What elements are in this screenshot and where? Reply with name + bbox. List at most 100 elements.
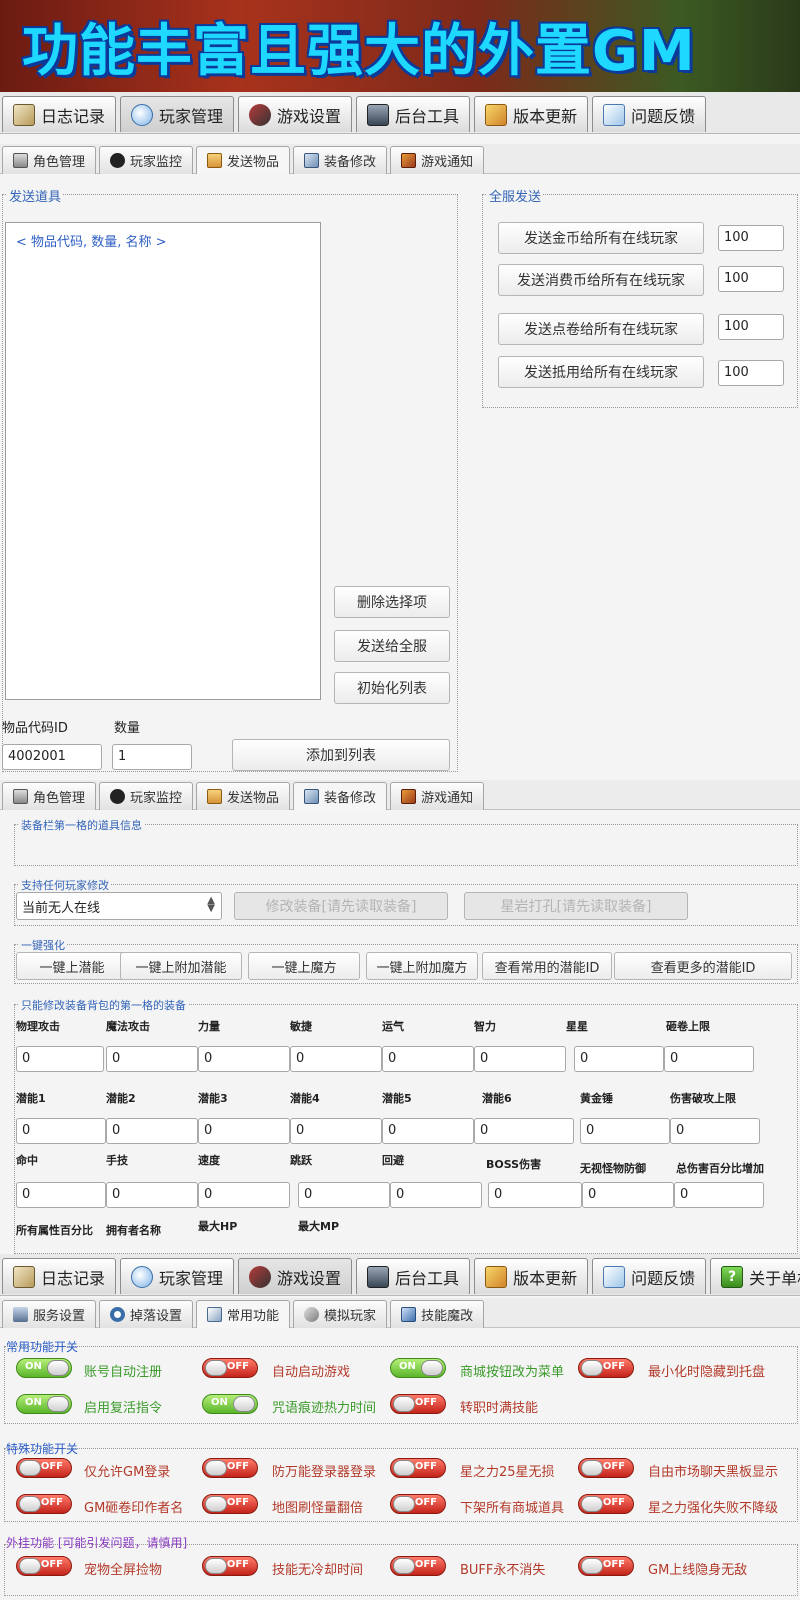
one-key-cube-button[interactable]: 一键上魔方 <box>248 952 360 980</box>
toggle-switch[interactable]: OFF <box>16 1458 72 1478</box>
subtab-label: 装备修改 <box>324 791 377 806</box>
toggle-switch[interactable]: OFF <box>202 1458 258 1478</box>
send-to-all-button[interactable]: 发送给全服 <box>334 630 450 662</box>
tab-log[interactable]: 日志记录 <box>2 1258 117 1294</box>
stat-input[interactable]: 0 <box>290 1046 382 1072</box>
toggle-switch[interactable]: OFF <box>390 1394 446 1414</box>
subtab-equip[interactable]: 装备修改 <box>293 782 388 810</box>
stat-input[interactable]: 0 <box>16 1046 104 1072</box>
toggle-switch[interactable]: OFF <box>390 1458 446 1478</box>
subtab-role[interactable]: 角色管理 <box>2 146 97 174</box>
item-list[interactable]: < 物品代码, 数量, 名称 > <box>5 222 321 700</box>
toggle-switch[interactable]: OFF <box>16 1556 72 1576</box>
send-gold-button[interactable]: 发送金币给所有在线玩家 <box>498 222 704 254</box>
subtab-send-items[interactable]: 发送物品 <box>196 146 291 174</box>
tab-player-manage[interactable]: 玩家管理 <box>120 1258 235 1294</box>
stat-input[interactable]: 0 <box>198 1118 290 1144</box>
subtab-skill[interactable]: 技能魔改 <box>390 1300 485 1328</box>
view-common-potential-button[interactable]: 查看常用的潜能ID <box>482 952 612 980</box>
subtab-role[interactable]: 角色管理 <box>2 782 97 810</box>
tab-game-settings[interactable]: 游戏设置 <box>238 96 353 132</box>
send-consume-button[interactable]: 发送消费币给所有在线玩家 <box>498 264 704 296</box>
stat-input[interactable]: 0 <box>664 1046 754 1072</box>
stat-input[interactable]: 0 <box>198 1046 290 1072</box>
tab-feedback[interactable]: 问题反馈 <box>592 1258 707 1294</box>
subtab-monitor[interactable]: 玩家监控 <box>99 146 194 174</box>
stat-input[interactable]: 0 <box>382 1046 474 1072</box>
stat-input[interactable]: 0 <box>474 1046 566 1072</box>
toggle-switch[interactable]: OFF <box>578 1494 634 1514</box>
add-to-list-button[interactable]: 添加到列表 <box>232 739 450 771</box>
server-icon <box>13 1307 28 1322</box>
tab-feedback[interactable]: 问题反馈 <box>592 96 707 132</box>
subtab-send-items[interactable]: 发送物品 <box>196 782 291 810</box>
subtab-drop[interactable]: 掉落设置 <box>99 1300 194 1328</box>
stat-input[interactable]: 0 <box>106 1046 198 1072</box>
subtab-notice[interactable]: 游戏通知 <box>390 146 485 174</box>
subtab-notice[interactable]: 游戏通知 <box>390 782 485 810</box>
tab-game-settings[interactable]: 游戏设置 <box>238 1258 353 1294</box>
send-voucher-button[interactable]: 发送抵用给所有在线玩家 <box>498 356 704 388</box>
toggle-switch[interactable]: OFF <box>578 1556 634 1576</box>
stat-input[interactable]: 0 <box>574 1046 664 1072</box>
tab-about[interactable]: ?关于单机 <box>710 1258 800 1294</box>
tab-log[interactable]: 日志记录 <box>2 96 117 132</box>
voucher-amount-input[interactable]: 100 <box>718 360 784 386</box>
subtab-equip[interactable]: 装备修改 <box>293 146 388 174</box>
delete-selected-button[interactable]: 删除选择项 <box>334 586 450 618</box>
switch-label: 地图刷怪量翻倍 <box>272 1501 364 1516</box>
toggle-switch[interactable]: OFF <box>578 1458 634 1478</box>
consume-amount-input[interactable]: 100 <box>718 266 784 292</box>
tab-backend-tools[interactable]: 后台工具 <box>356 1258 471 1294</box>
subtab-monitor[interactable]: 玩家监控 <box>99 782 194 810</box>
stat-input[interactable]: 0 <box>582 1182 674 1208</box>
tab-version-update[interactable]: 版本更新 <box>474 1258 589 1294</box>
points-amount-input[interactable]: 100 <box>718 314 784 340</box>
toggle-switch[interactable]: OFF <box>16 1494 72 1514</box>
toggle-switch[interactable]: OFF <box>578 1358 634 1378</box>
player-select[interactable]: 当前无人在线 ▲ ▼ <box>16 892 222 920</box>
modify-equip-button[interactable]: 修改装备[请先读取装备] <box>234 892 448 920</box>
stat-input[interactable]: 0 <box>580 1118 670 1144</box>
toggle-switch[interactable]: OFF <box>202 1358 258 1378</box>
tab-backend-tools[interactable]: 后台工具 <box>356 96 471 132</box>
toggle-switch[interactable]: OFF <box>390 1556 446 1576</box>
stat-input[interactable]: 0 <box>290 1118 382 1144</box>
stat-input[interactable]: 0 <box>16 1118 106 1144</box>
toggle-switch[interactable]: OFF <box>390 1494 446 1514</box>
stat-input[interactable]: 0 <box>390 1182 482 1208</box>
one-key-add-cube-button[interactable]: 一键上附加魔方 <box>366 952 478 980</box>
gold-amount-input[interactable]: 100 <box>718 225 784 251</box>
quantity-input[interactable]: 1 <box>112 744 192 770</box>
init-list-button[interactable]: 初始化列表 <box>334 672 450 704</box>
one-key-potential-button[interactable]: 一键上潜能 <box>16 952 128 980</box>
toggle-switch[interactable]: ON <box>390 1358 446 1378</box>
one-key-add-potential-button[interactable]: 一键上附加潜能 <box>120 952 242 980</box>
stat-input[interactable]: 0 <box>106 1118 198 1144</box>
stat-input[interactable]: 0 <box>474 1118 574 1144</box>
stat-label: 总伤害百分比增加 <box>676 1162 764 1175</box>
subtab-common[interactable]: 常用功能 <box>196 1300 291 1328</box>
stat-input[interactable]: 0 <box>198 1182 290 1208</box>
tab-player-manage[interactable]: 玩家管理 <box>120 96 235 132</box>
star-punch-button[interactable]: 星岩打孔[请先读取装备] <box>464 892 688 920</box>
view-more-potential-button[interactable]: 查看更多的潜能ID <box>614 952 792 980</box>
toggle-switch[interactable]: ON <box>16 1394 72 1414</box>
subtab-service[interactable]: 服务设置 <box>2 1300 97 1328</box>
stat-input[interactable]: 0 <box>106 1182 198 1208</box>
item-id-input[interactable]: 4002001 <box>2 744 102 770</box>
toggle-switch[interactable]: ON <box>16 1358 72 1378</box>
tab-version-update[interactable]: 版本更新 <box>474 96 589 132</box>
toggle-switch[interactable]: OFF <box>202 1556 258 1576</box>
switch-knob <box>393 1496 415 1512</box>
stat-input[interactable]: 0 <box>488 1182 582 1208</box>
toggle-switch[interactable]: ON <box>202 1394 258 1414</box>
stat-input[interactable]: 0 <box>16 1182 106 1208</box>
stat-input[interactable]: 0 <box>674 1182 764 1208</box>
stat-input[interactable]: 0 <box>670 1118 760 1144</box>
stat-input[interactable]: 0 <box>382 1118 474 1144</box>
subtab-simulate[interactable]: 模拟玩家 <box>293 1300 388 1328</box>
stat-input[interactable]: 0 <box>298 1182 390 1208</box>
toggle-switch[interactable]: OFF <box>202 1494 258 1514</box>
send-points-button[interactable]: 发送点卷给所有在线玩家 <box>498 313 704 345</box>
